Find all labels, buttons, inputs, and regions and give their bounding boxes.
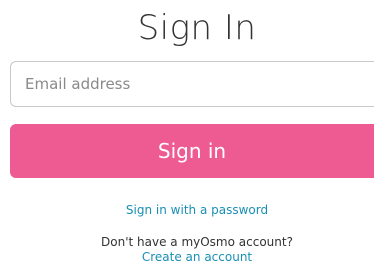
sign-in-with-password-link[interactable]: Sign in with a password (0, 203, 374, 217)
email-field[interactable] (10, 61, 374, 107)
sign-in-button[interactable]: Sign in (10, 124, 374, 178)
page-title: Sign In (137, 8, 257, 48)
no-account-text: Don't have a myOsmo account? (101, 235, 293, 249)
create-account-link[interactable]: Create an account (0, 250, 374, 264)
sign-in-page: Sign In Sign in Sign in with a password … (0, 0, 374, 264)
